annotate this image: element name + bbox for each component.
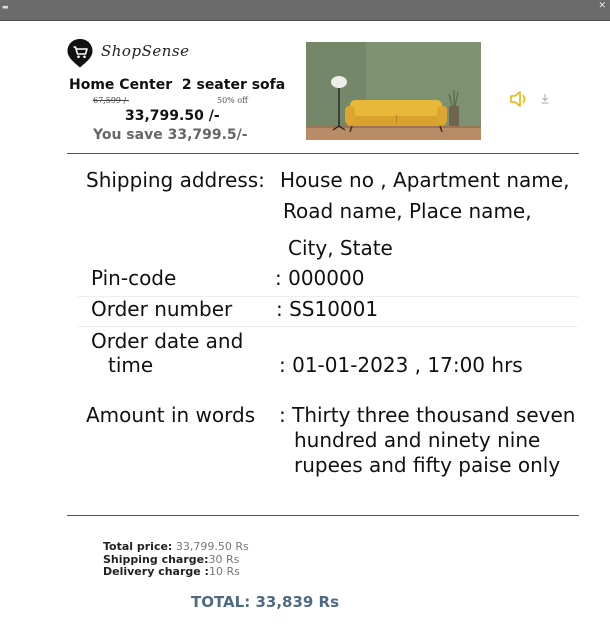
order-date-label-line-1: Order date and <box>91 329 244 353</box>
order-date-label-line-2: time <box>108 353 154 377</box>
total-price-value: 33,799.50 Rs <box>172 540 249 553</box>
savings-text: You save 33,799.5/- <box>93 127 248 143</box>
brand-name: ShopSense <box>101 42 190 60</box>
product-price: 33,799.50 /- <box>125 108 220 124</box>
discount-badge: 50% off <box>217 96 248 105</box>
window-menu-icon[interactable]: ▬ <box>2 4 12 11</box>
order-date-value: : 01-01-2023 , 17:00 hrs <box>279 353 523 377</box>
divider <box>67 153 579 154</box>
product-name: Home Center 2 seater sofa <box>69 77 286 93</box>
row-divider <box>78 326 578 327</box>
product-image <box>306 42 481 140</box>
download-icon[interactable] <box>540 93 550 105</box>
pincode-value: : 000000 <box>275 266 365 290</box>
amount-in-words-line-3: rupees and fifty paise only <box>294 453 561 477</box>
total-price-label: Total price: <box>103 540 173 553</box>
shipping-address-line-2: Road name, Place name, <box>283 199 532 223</box>
speaker-icon[interactable] <box>509 90 529 108</box>
amount-in-words-label: Amount in words <box>86 403 256 427</box>
window-titlebar: ▬ ✕ <box>0 0 610 21</box>
charges-summary: Total price: 33,799.50 Rs Shipping charg… <box>103 540 249 579</box>
shopping-cart-pin-icon <box>67 39 93 68</box>
shipping-address-line-1: House no , Apartment name, <box>280 168 570 192</box>
shipping-address-label: Shipping address: <box>86 168 265 192</box>
grand-total: TOTAL: 33,839 Rs <box>191 593 340 611</box>
delivery-charge-value: 10 Rs <box>208 565 240 578</box>
shipping-charge-value: 30 Rs <box>208 552 240 566</box>
delivery-charge-row: Delivery charge :10 Rs <box>103 565 249 579</box>
order-number-value: : SS10001 <box>276 297 379 321</box>
amount-in-words-line-1: : Thirty three thousand seven <box>279 403 576 427</box>
pincode-label: Pin-code <box>91 266 177 290</box>
divider <box>67 515 579 516</box>
original-price: 67,599 /- <box>93 96 129 105</box>
shipping-charge-label: Shipping charge: <box>103 552 209 566</box>
shipping-address-line-3: City, State <box>288 236 393 260</box>
amount-in-words-line-2: hundred and ninety nine <box>294 428 541 452</box>
delivery-charge-label: Delivery charge : <box>103 565 209 578</box>
close-icon[interactable]: ✕ <box>598 2 606 11</box>
order-number-label: Order number <box>91 297 233 321</box>
